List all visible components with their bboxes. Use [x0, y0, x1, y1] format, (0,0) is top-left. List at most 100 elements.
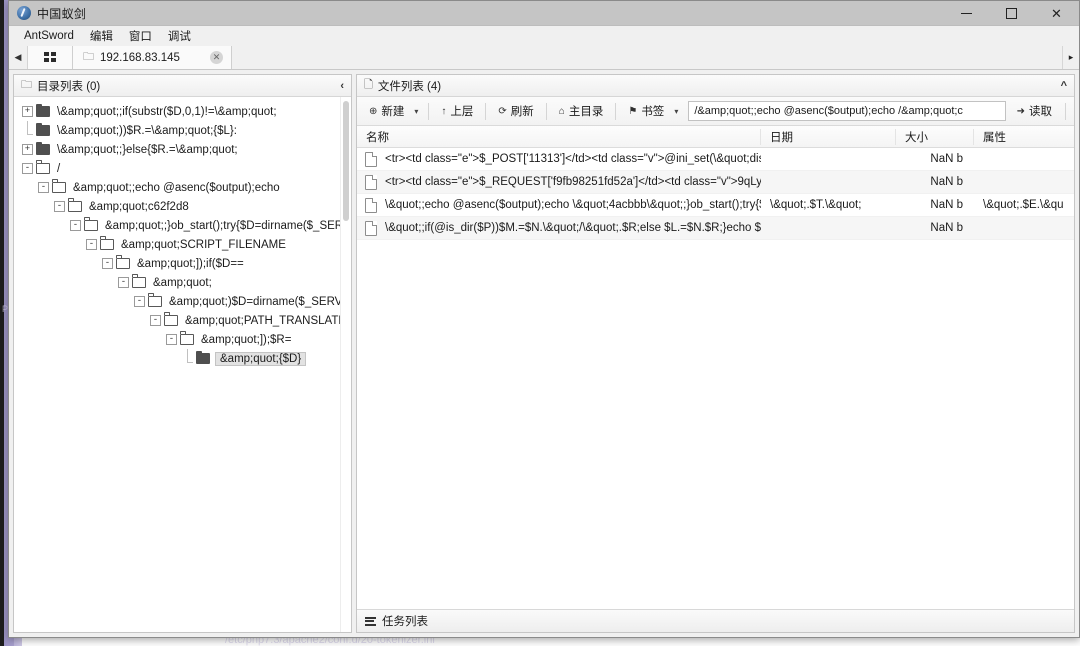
directory-tree[interactable]: + \&amp;quot;;if(substr($D,0,1)!=\&amp;qu… — [14, 97, 351, 632]
tree-node[interactable]: - &amp;quot;c62f2d8 — [14, 197, 351, 216]
table-row[interactable]: <tr><td class="e">$_REQUEST['f9fb98251fd… — [357, 171, 1074, 194]
new-dropdown-caret-icon[interactable]: ▾ — [412, 104, 424, 119]
tree-node-label: \&amp;quot;))$R.=\&amp;quot;{$L}: — [57, 124, 237, 137]
collapse-icon[interactable]: - — [22, 163, 33, 174]
tree-node[interactable]: &amp;quot;{$D} — [14, 349, 351, 368]
file-table-body[interactable]: <tr><td class="e">$_POST['11313']</td><t… — [357, 148, 1074, 609]
collapse-right-panel-icon[interactable]: ^ — [1061, 80, 1067, 92]
tree-node[interactable]: - &amp;quot;;echo @asenc($output);echo — [14, 178, 351, 197]
tree-node[interactable]: - &amp;quot;;}ob_start();try{$D=dirname($… — [14, 216, 351, 235]
tree-node[interactable]: - &amp;quot;]);$R= — [14, 330, 351, 349]
menu-item-antsword[interactable]: AntSword — [17, 28, 81, 44]
tree-scrollbar-thumb[interactable] — [343, 101, 349, 221]
folder-open-icon — [164, 312, 178, 326]
tab-192-168-83-145[interactable]: 🗀 192.168.83.145 ✕ — [73, 46, 232, 69]
tree-node[interactable]: - &amp;quot;)$D=dirname($_SERVER[ — [14, 292, 351, 311]
tree-scrollbar[interactable] — [340, 97, 351, 632]
file-list-header: 🗋 文件列表 (4) ^ — [357, 75, 1074, 97]
folder-open-icon — [180, 331, 194, 345]
toolbar-separator — [428, 102, 430, 120]
collapse-icon[interactable]: - — [54, 201, 65, 212]
tree-node-label: &amp;quot;;}ob_start();try{$D=dirname($_… — [105, 219, 351, 232]
tree-node-label: \&amp;quot;;}else{$R.=\&amp;quot; — [57, 143, 238, 156]
home-button[interactable]: ⌂ 主目录 — [551, 100, 612, 122]
folder-open-icon — [132, 274, 146, 288]
app-window: 中国蚁剑 ✕ AntSword 编辑 窗口 调试 ◀ 🗀 192.168.83.… — [8, 0, 1080, 638]
file-name-label: \&quot;;echo @asenc($output);echo \&quot… — [385, 199, 761, 211]
read-button[interactable]: ➜ 读取 — [1008, 100, 1061, 122]
folder-icon: 🗀 — [83, 51, 94, 63]
table-row[interactable]: <tr><td class="e">$_POST['11313']</td><t… — [357, 148, 1074, 171]
refresh-button[interactable]: ⟳ 刷新 — [490, 100, 541, 122]
table-row[interactable]: \&quot;;if(@is_dir($P))$M.=$N.\&quot;/\&… — [357, 217, 1074, 240]
title-bar: 中国蚁剑 ✕ — [9, 1, 1079, 26]
refresh-icon: ⟳ — [498, 105, 507, 117]
column-header-date[interactable]: 日期 — [761, 128, 896, 145]
new-button[interactable]: ⊕ 新建 — [361, 100, 412, 122]
close-button[interactable]: ✕ — [1034, 1, 1079, 25]
tree-node-label: &amp;quot;)$D=dirname($_SERVER[ — [169, 295, 351, 308]
column-header-attr[interactable]: 属性 — [974, 129, 1074, 145]
cell-name: <tr><td class="e">$_POST['11313']</td><t… — [357, 151, 761, 167]
task-list-bar[interactable]: 任务列表 — [357, 609, 1074, 632]
folder-open-icon — [84, 217, 98, 231]
tree-node[interactable]: \&amp;quot;))$R.=\&amp;quot;{$L}: — [14, 121, 351, 140]
menu-item-debug[interactable]: 调试 — [161, 26, 198, 46]
collapse-icon[interactable]: - — [70, 220, 81, 231]
folder-open-icon — [68, 198, 82, 212]
folder-closed-icon — [36, 142, 50, 155]
tree-node[interactable]: - &amp;quot; — [14, 273, 351, 292]
collapse-left-panel-icon[interactable]: ‹ — [340, 80, 344, 92]
cell-name: \&quot;;echo @asenc($output);echo \&quot… — [357, 197, 761, 213]
file-name-label: <tr><td class="e">$_POST['11313']</td><t… — [385, 153, 761, 165]
column-header-name[interactable]: 名称 — [357, 128, 761, 145]
tree-node-label: &amp;quot;]);if($D== — [137, 257, 244, 270]
tab-close-icon[interactable]: ✕ — [210, 51, 223, 64]
tree-node[interactable]: - &amp;quot;]);if($D== — [14, 254, 351, 273]
tree-node[interactable]: + \&amp;quot;;if(substr($D,0,1)!=\&amp;qu… — [14, 102, 351, 121]
tree-node[interactable]: - &amp;quot;PATH_TRANSLATED — [14, 311, 351, 330]
directory-list-title: 目录列表 (0) — [37, 80, 101, 93]
home-icon: ⌂ — [558, 105, 565, 117]
minimize-button[interactable] — [944, 1, 989, 25]
maximize-button[interactable] — [989, 1, 1034, 25]
file-icon — [365, 220, 377, 236]
collapse-icon[interactable]: - — [166, 334, 177, 345]
column-header-size[interactable]: 大小 — [896, 128, 974, 145]
collapse-icon[interactable]: - — [134, 296, 145, 307]
menu-item-window[interactable]: 窗口 — [122, 26, 159, 46]
folder-closed-icon — [36, 104, 50, 117]
tab-next-arrow-icon[interactable]: ▸ — [1063, 46, 1079, 69]
tree-node[interactable]: - &amp;quot;SCRIPT_FILENAME — [14, 235, 351, 254]
collapse-icon[interactable]: - — [102, 258, 113, 269]
tab-label: 192.168.83.145 — [100, 51, 180, 64]
tree-node-label: &amp;quot;PATH_TRANSLATED — [185, 314, 351, 327]
tree-node[interactable]: + \&amp;quot;;}else{$R.=\&amp;quot; — [14, 140, 351, 159]
collapse-icon[interactable]: - — [150, 315, 161, 326]
cell-size: NaN b — [930, 176, 963, 188]
menu-item-edit[interactable]: 编辑 — [83, 26, 120, 46]
tree-node[interactable]: - / — [14, 159, 351, 178]
file-list-panel: 🗋 文件列表 (4) ^ ⊕ 新建 ▾ ↑ 上层 ⟳ 刷新 ⌂ 主目录 ⚑ 书签… — [356, 74, 1075, 633]
folder-open-icon — [100, 236, 114, 250]
tab-grid-button[interactable] — [28, 46, 73, 69]
collapse-icon[interactable]: - — [86, 239, 97, 250]
bookmark-dropdown-caret-icon[interactable]: ▾ — [672, 104, 684, 119]
tab-prev-arrow-icon[interactable]: ◀ — [9, 46, 28, 69]
collapse-icon[interactable]: - — [38, 182, 49, 193]
expand-icon[interactable]: + — [22, 106, 33, 117]
tree-node-label: &amp;quot; — [153, 276, 212, 289]
collapse-icon[interactable]: - — [118, 277, 129, 288]
table-row[interactable]: \&quot;;echo @asenc($output);echo \&quot… — [357, 194, 1074, 217]
path-input[interactable] — [688, 101, 1006, 121]
bookmark-button[interactable]: ⚑ 书签 — [620, 100, 672, 122]
tab-bar-empty-space — [232, 46, 1063, 69]
read-button-label: 读取 — [1029, 106, 1052, 118]
up-button[interactable]: ↑ 上层 — [433, 100, 481, 122]
maximize-icon — [1006, 7, 1017, 19]
home-button-label: 主目录 — [568, 106, 604, 118]
file-icon — [365, 151, 377, 167]
expand-icon[interactable]: + — [22, 144, 33, 155]
tree-node-label: &amp;quot;c62f2d8 — [89, 200, 189, 213]
toolbar-separator — [485, 102, 487, 120]
